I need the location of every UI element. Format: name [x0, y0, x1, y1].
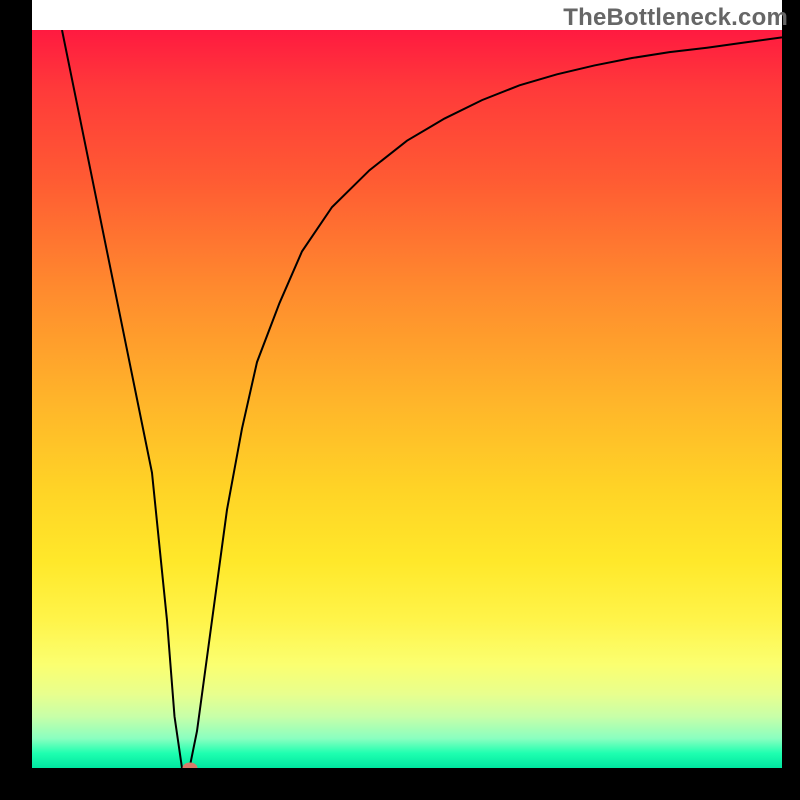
- curve-layer: [32, 30, 782, 768]
- chart-frame: TheBottleneck.com: [0, 0, 800, 800]
- frame-border-right: [782, 0, 800, 800]
- plot-area: [32, 30, 782, 768]
- watermark-text: TheBottleneck.com: [563, 4, 788, 32]
- bottleneck-curve: [62, 30, 782, 768]
- frame-border-bottom: [0, 768, 800, 800]
- frame-border-left: [0, 0, 32, 800]
